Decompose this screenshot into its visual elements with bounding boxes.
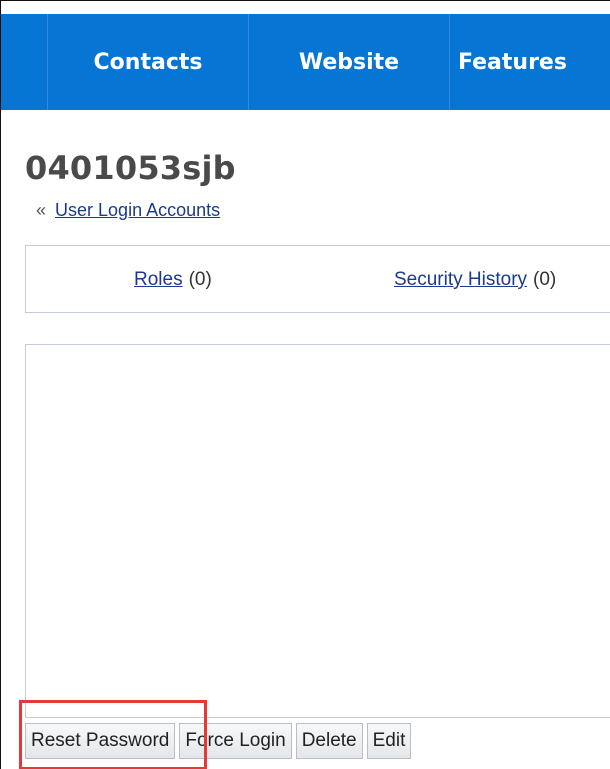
delete-button[interactable]: Delete <box>295 723 363 759</box>
top-navigation: Contacts Website Features <box>1 14 610 110</box>
app-frame: Contacts Website Features 0401053sjb « U… <box>0 0 610 769</box>
action-bar: Reset Password Force Login Delete Edit <box>25 722 412 760</box>
back-arrow-icon: « <box>36 200 47 220</box>
page-title: 0401053sjb <box>25 149 236 187</box>
tab-security-history-link[interactable]: Security History <box>394 269 527 291</box>
breadcrumb-link-user-login-accounts[interactable]: User Login Accounts <box>55 200 220 220</box>
breadcrumb: « User Login Accounts <box>36 200 220 221</box>
tab-roles[interactable]: Roles (0) <box>134 246 212 314</box>
tab-security-history-count: (0) <box>533 269 557 290</box>
edit-button[interactable]: Edit <box>366 723 412 759</box>
tab-roles-link[interactable]: Roles <box>134 269 183 291</box>
nav-item-contacts[interactable]: Contacts <box>48 14 248 110</box>
content-panel <box>25 344 610 718</box>
tab-roles-count: (0) <box>188 269 212 290</box>
nav-item-website[interactable]: Website <box>249 14 449 110</box>
tab-security-history[interactable]: Security History (0) <box>394 246 556 314</box>
tabs-container: Roles (0) Security History (0) <box>25 245 610 313</box>
reset-password-button[interactable]: Reset Password <box>25 723 176 759</box>
nav-item-features[interactable]: Features <box>450 14 610 110</box>
force-login-button[interactable]: Force Login <box>179 723 292 759</box>
